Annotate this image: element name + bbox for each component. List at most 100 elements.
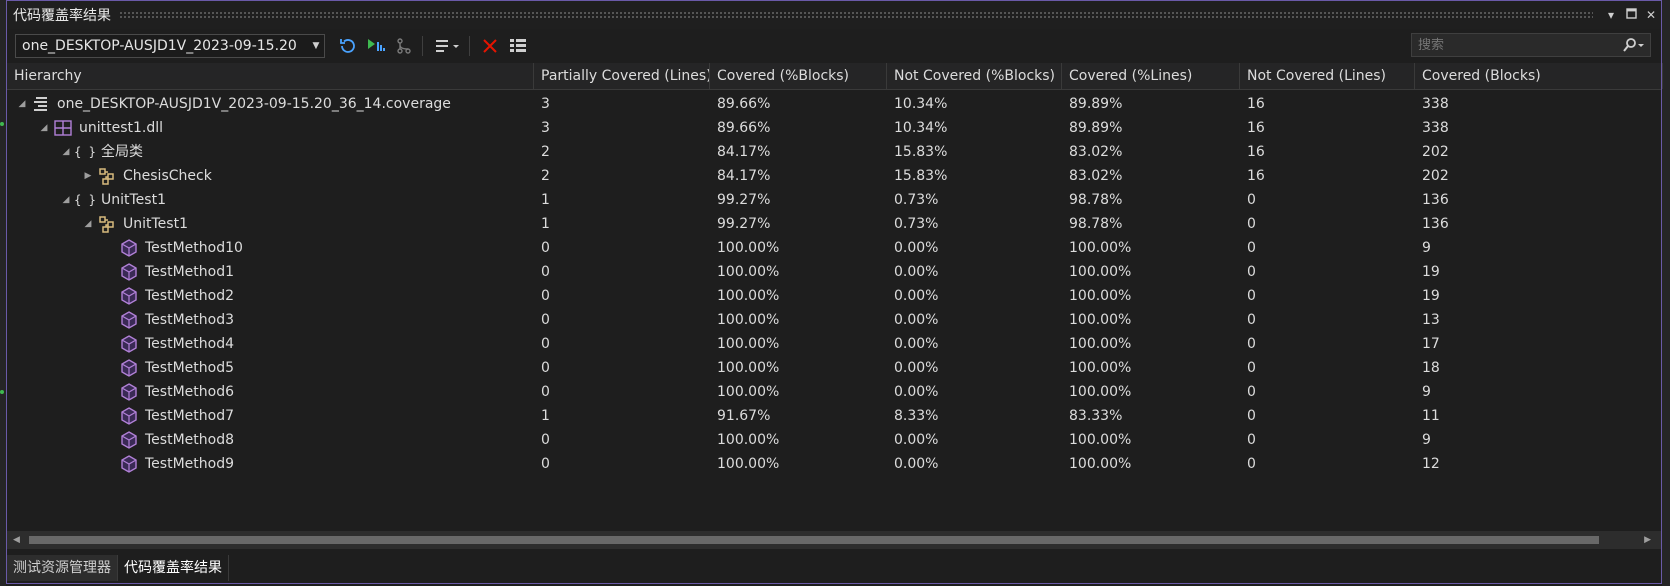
not-covered-pct-blocks-cell: 0.73% [894,192,939,208]
scrollbar-thumb[interactable] [29,536,1599,544]
not-covered-lines-cell: 0 [1247,336,1256,352]
coverage-coloring-button[interactable] [363,33,389,59]
partially-covered-lines-cell: 0 [541,312,550,328]
expand-arrow-icon[interactable]: ▶ [81,164,95,188]
not-covered-pct-blocks-cell: 0.00% [894,312,939,328]
window-dropdown-icon[interactable]: ▾ [1601,8,1621,22]
covered-blocks-cell: 13 [1422,312,1440,328]
toolbar-separator [422,36,423,56]
covered-blocks-cell: 338 [1422,120,1449,136]
row-name: TestMethod4 [145,336,234,352]
method-icon [117,428,141,452]
table-row[interactable]: ▶ ChesisCheck 2 84.17% 15.83% 83.02% 16 202 [7,164,1661,188]
tab-test-explorer[interactable]: 测试资源管理器 [7,555,117,581]
toolbar: one_DESKTOP-AUSJD1V_2023-09-15.20 ▼ [7,30,1661,62]
not-covered-lines-cell: 16 [1247,96,1265,112]
partially-covered-lines-cell: 0 [541,288,550,304]
merge-results-button[interactable] [391,33,417,59]
maximize-icon[interactable] [1621,8,1641,22]
row-name: UnitTest1 [101,192,166,208]
method-icon [117,308,141,332]
table-row[interactable]: TestMethod4 0 100.00% 0.00% 100.00% 0 17 [7,332,1661,356]
table-row[interactable]: ◢ one_DESKTOP-AUSJD1V_2023-09-15.20_36_14… [7,92,1661,116]
column-header-covered-pct-lines[interactable]: Covered (%Lines) [1062,63,1240,89]
columns-icon [510,39,526,52]
collapse-arrow-icon[interactable]: ◢ [59,140,73,164]
table-row[interactable]: ◢ unittest1.dll 3 89.66% 10.34% 89.89% 16 338 [7,116,1661,140]
not-covered-pct-blocks-cell: 8.33% [894,408,939,424]
table-row[interactable]: TestMethod3 0 100.00% 0.00% 100.00% 0 13 [7,308,1661,332]
group-by-button[interactable] [430,33,464,59]
covered-blocks-cell: 11 [1422,408,1440,424]
column-header-covered-pct-blocks[interactable]: Covered (%Blocks) [710,63,887,89]
covered-pct-blocks-cell: 100.00% [717,336,780,352]
table-row[interactable]: TestMethod10 0 100.00% 0.00% 100.00% 0 9 [7,236,1661,260]
bottom-tab-strip: 测试资源管理器 代码覆盖率结果 [7,555,1661,581]
not-covered-pct-blocks-cell: 0.00% [894,264,939,280]
class-icon [95,164,119,188]
collapse-arrow-icon[interactable]: ◢ [15,92,29,116]
table-row[interactable]: ◢{ } UnitTest1 1 99.27% 0.73% 98.78% 0 136 [7,188,1661,212]
row-name: TestMethod9 [145,456,234,472]
hierarchy-cell: TestMethod10 [7,236,534,260]
not-covered-pct-blocks-cell: 0.00% [894,456,939,472]
horizontal-scrollbar[interactable]: ◀ ▶ [7,531,1661,549]
covered-pct-blocks-cell: 100.00% [717,312,780,328]
hierarchy-cell: ◢ one_DESKTOP-AUSJD1V_2023-09-15.20_36_14… [7,92,534,116]
row-name: TestMethod7 [145,408,234,424]
column-header-partially-covered-lines[interactable]: Partially Covered (Lines) [534,63,710,89]
scroll-left-arrow-icon[interactable]: ◀ [13,531,20,549]
collapse-arrow-icon[interactable]: ◢ [37,116,51,140]
tab-code-coverage-results[interactable]: 代码覆盖率结果 [117,555,229,581]
coverage-file-selector[interactable]: one_DESKTOP-AUSJD1V_2023-09-15.20 ▼ [15,34,325,58]
partially-covered-lines-cell: 1 [541,192,550,208]
not-covered-lines-cell: 0 [1247,264,1256,280]
not-covered-lines-cell: 0 [1247,288,1256,304]
covered-pct-blocks-cell: 91.67% [717,408,771,424]
hierarchy-cell: TestMethod1 [7,260,534,284]
table-row[interactable]: TestMethod7 1 91.67% 8.33% 83.33% 0 11 [7,404,1661,428]
table-row[interactable]: TestMethod8 0 100.00% 0.00% 100.00% 0 9 [7,428,1661,452]
table-row[interactable]: TestMethod6 0 100.00% 0.00% 100.00% 0 9 [7,380,1661,404]
not-covered-lines-cell: 0 [1247,432,1256,448]
hierarchy-cell: ▶ ChesisCheck [7,164,534,188]
covered-pct-lines-cell: 100.00% [1069,432,1132,448]
partially-covered-lines-cell: 3 [541,96,550,112]
table-row[interactable]: TestMethod5 0 100.00% 0.00% 100.00% 0 18 [7,356,1661,380]
right-edge-strip [1662,0,1670,586]
refresh-icon [340,39,355,53]
collapse-arrow-icon[interactable]: ◢ [81,212,95,236]
delete-icon [483,39,497,53]
covered-pct-blocks-cell: 89.66% [717,120,771,136]
hierarchy-cell: ◢ UnitTest1 [7,212,534,236]
row-name: 全局类 [101,144,143,160]
titlebar-grip[interactable] [119,11,1593,19]
covered-pct-lines-cell: 83.02% [1069,168,1123,184]
partially-covered-lines-cell: 1 [541,216,550,232]
table-row[interactable]: ◢ UnitTest1 1 99.27% 0.73% 98.78% 0 136 [7,212,1661,236]
coverage-tree-grid: ◢ one_DESKTOP-AUSJD1V_2023-09-15.20_36_14… [7,92,1661,476]
column-header-not-covered-pct-blocks[interactable]: Not Covered (%Blocks) [887,63,1062,89]
close-icon[interactable]: ✕ [1641,8,1661,22]
not-covered-lines-cell: 16 [1247,144,1265,160]
covered-blocks-cell: 9 [1422,240,1431,256]
not-covered-pct-blocks-cell: 10.34% [894,96,948,112]
column-settings-button[interactable] [505,33,531,59]
scroll-right-arrow-icon[interactable]: ▶ [1644,531,1651,549]
column-header-covered-blocks[interactable]: Covered (Blocks) [1415,63,1663,89]
covered-pct-blocks-cell: 84.17% [717,144,771,160]
table-row[interactable]: TestMethod9 0 100.00% 0.00% 100.00% 0 12 [7,452,1661,476]
partially-covered-lines-cell: 0 [541,360,550,376]
table-row[interactable]: TestMethod2 0 100.00% 0.00% 100.00% 0 19 [7,284,1661,308]
search-button[interactable] [1616,38,1650,52]
search-input[interactable] [1412,36,1616,54]
remove-results-button[interactable] [477,33,503,59]
refresh-button[interactable] [335,33,361,59]
column-header-not-covered-lines[interactable]: Not Covered (Lines) [1240,63,1415,89]
merge-icon [397,38,411,54]
table-row[interactable]: TestMethod1 0 100.00% 0.00% 100.00% 0 19 [7,260,1661,284]
partially-covered-lines-cell: 1 [541,408,550,424]
column-header-hierarchy[interactable]: Hierarchy [7,63,534,89]
collapse-arrow-icon[interactable]: ◢ [59,188,73,212]
table-row[interactable]: ◢{ } 全局类 2 84.17% 15.83% 83.02% 16 202 [7,140,1661,164]
